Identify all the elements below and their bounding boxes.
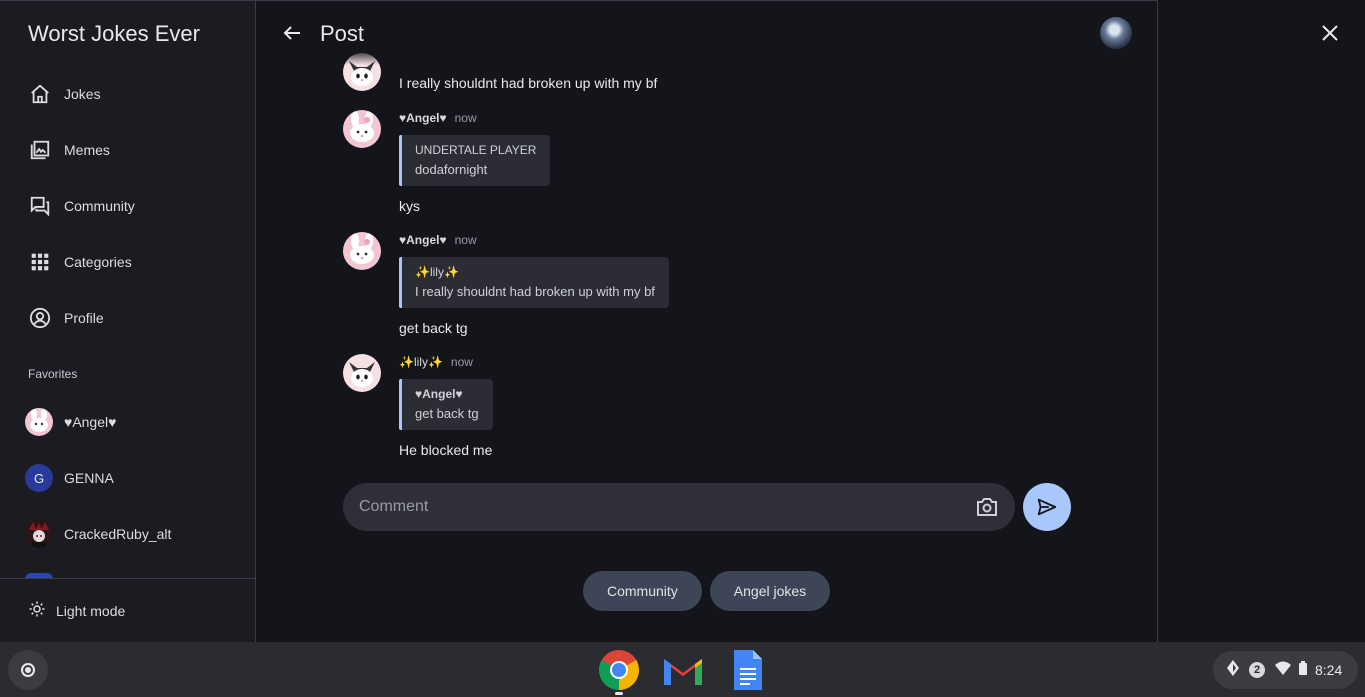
launcher-icon — [21, 663, 35, 677]
nav-label: Community — [64, 198, 135, 214]
comment-header: ♥Angel♥ now — [399, 233, 477, 247]
light-mode-toggle[interactable]: Light mode — [0, 578, 255, 643]
quote-author: ✨lily✨ — [415, 265, 459, 279]
launcher-button[interactable] — [8, 650, 48, 690]
status-tray[interactable]: 2 8:24 — [1213, 651, 1358, 689]
post-header: Post — [256, 1, 1157, 65]
user-avatar[interactable] — [1100, 17, 1132, 49]
comment-author[interactable]: ♥Angel♥ — [399, 233, 447, 247]
comment-time: now — [450, 355, 473, 369]
nav-label: Profile — [64, 310, 104, 326]
favorite-item-crackedruby[interactable]: CrackedRuby_alt — [0, 512, 255, 556]
nav-item-jokes[interactable]: Jokes — [0, 72, 255, 116]
favorite-label: CrackedRuby_alt — [64, 526, 172, 542]
reply-quote[interactable]: UNDERTALE PLAYER dodafornight — [399, 135, 551, 186]
comment-header: ✨lily✨ now — [399, 355, 473, 369]
quote-text: get back tg — [415, 406, 479, 421]
favorite-item-angel[interactable]: ♥Angel♥ — [0, 400, 255, 444]
chip-community[interactable]: Community — [583, 571, 702, 611]
favorite-label: ♥Angel♥ — [64, 414, 117, 430]
comment-body: kys — [399, 198, 420, 214]
reply-quote[interactable]: ♥Angel♥ get back tg — [399, 379, 493, 430]
light-mode-label: Light mode — [56, 603, 126, 619]
diamond-icon — [1227, 659, 1239, 681]
comment-body: get back tg — [399, 320, 468, 336]
comment-item: ✨lily✨ now ♥Angel♥ get back tg He blocke… — [343, 354, 1043, 464]
gallery-icon — [28, 138, 52, 162]
comment-header: ♥Angel♥ now — [399, 111, 477, 125]
nav-item-community[interactable]: Community — [0, 184, 255, 228]
docs-icon[interactable] — [726, 649, 768, 691]
page-title: Post — [320, 21, 365, 46]
send-button[interactable] — [1023, 483, 1071, 531]
comment-author[interactable]: ✨lily✨ — [399, 355, 443, 369]
comment-body: He blocked me — [399, 442, 493, 458]
reply-quote[interactable]: ✨lily✨ I really shouldnt had broken up w… — [399, 257, 669, 308]
favorite-label: GENNA — [64, 470, 114, 486]
camera-icon[interactable] — [975, 495, 999, 519]
battery-icon — [1299, 660, 1307, 680]
nav-label: Memes — [64, 142, 110, 158]
quote-text: I really shouldnt had broken up with my … — [415, 284, 655, 299]
kuromi-avatar[interactable] — [343, 354, 381, 392]
sidebar: Worst Jokes Ever Jokes Memes Community C… — [0, 0, 256, 643]
dark-character-avatar — [25, 520, 53, 548]
close-icon[interactable] — [1318, 21, 1342, 45]
nav-label: Categories — [64, 254, 132, 270]
quote-text: dodafornight — [415, 162, 488, 177]
letter-avatar: G — [25, 464, 53, 492]
nav-item-categories[interactable]: Categories — [0, 240, 255, 284]
pink-bunny-avatar[interactable] — [343, 110, 381, 148]
comment-input[interactable] — [359, 498, 959, 516]
grid-icon — [28, 250, 52, 274]
favorite-item-genna[interactable]: G GENNA — [0, 456, 255, 500]
nav-item-memes[interactable]: Memes — [0, 128, 255, 172]
clock: 8:24 — [1315, 662, 1343, 678]
active-app-indicator — [615, 692, 623, 695]
nav-item-profile[interactable]: Profile — [0, 296, 255, 340]
wifi-icon — [1275, 661, 1291, 680]
pink-bunny-avatar[interactable] — [343, 232, 381, 270]
comment-time: now — [454, 233, 477, 247]
sun-icon — [28, 600, 46, 623]
tag-chips: Community Angel jokes — [583, 571, 831, 611]
account-circle-icon — [28, 306, 52, 330]
post-view: I really shouldnt had broken up with my … — [256, 0, 1158, 642]
nav-label: Jokes — [64, 86, 101, 102]
pink-bunny-avatar — [25, 408, 53, 436]
favorites-heading: Favorites — [28, 367, 78, 381]
notification-badge: 2 — [1249, 662, 1265, 678]
comment-time: now — [454, 111, 477, 125]
gmail-icon[interactable] — [662, 649, 704, 691]
comment-body: I really shouldnt had broken up with my … — [399, 75, 658, 91]
chip-angel-jokes[interactable]: Angel jokes — [709, 571, 831, 611]
chrome-icon[interactable] — [598, 649, 640, 691]
comment-composer — [343, 483, 1015, 531]
home-icon — [28, 82, 52, 106]
send-icon — [1037, 498, 1057, 516]
quote-author: ♥Angel♥ — [415, 387, 463, 401]
back-arrow-icon[interactable] — [280, 21, 304, 45]
app-title: Worst Jokes Ever — [28, 21, 200, 46]
comment-item: ♥Angel♥ now UNDERTALE PLAYER dodafornigh… — [343, 110, 1043, 220]
quote-author: UNDERTALE PLAYER — [415, 143, 537, 157]
comment-item: ♥Angel♥ now ✨lily✨ I really shouldnt had… — [343, 232, 1043, 342]
forum-icon — [28, 194, 52, 218]
comment-author[interactable]: ♥Angel♥ — [399, 111, 447, 125]
taskbar: 2 8:24 — [0, 642, 1365, 697]
